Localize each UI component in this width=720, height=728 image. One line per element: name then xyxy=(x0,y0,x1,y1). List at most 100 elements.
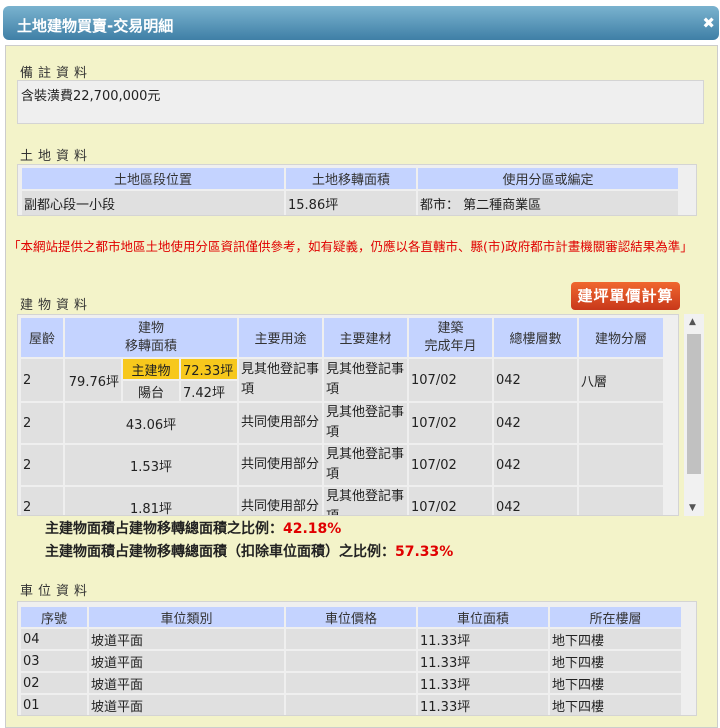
parking-table-box: 序號 車位類別 車位價格 車位面積 所在樓層 04 坡道平面 11.33坪 地下四樓 … xyxy=(17,601,697,716)
parking-cell: 11.33坪 xyxy=(418,629,548,649)
date-cell: 107/02 xyxy=(409,487,492,515)
zoning-disclaimer: 「本網站提供之都市地區土地使用分區資訊僅供參考，如有疑義，仍應以各直轄市、縣(市… xyxy=(8,239,693,254)
parking-cell: 01 xyxy=(21,695,87,715)
building-scrollbar[interactable]: ▲ ▼ xyxy=(684,314,704,516)
material-cell: 見其他登記事項 xyxy=(324,403,407,443)
parking-header: 車位價格 xyxy=(286,607,416,627)
remarks-box: 含裝潢費22,700,000元 xyxy=(17,80,704,124)
table-row: 2 1.81坪 共同使用部分 見其他登記事項 107/02 042 xyxy=(21,487,663,515)
floors-cell: 042 xyxy=(494,403,577,443)
parking-table: 序號 車位類別 車位價格 車位面積 所在樓層 04 坡道平面 11.33坪 地下四樓 … xyxy=(19,605,683,717)
use-cell: 共同使用部分 xyxy=(239,487,322,515)
table-row: 2 43.06坪 共同使用部分 見其他登記事項 107/02 042 xyxy=(21,403,663,443)
floors-cell: 042 xyxy=(494,487,577,515)
land-label: 土地資料 xyxy=(20,149,93,164)
parking-header: 車位面積 xyxy=(418,607,548,627)
parking-cell: 11.33坪 xyxy=(418,651,548,671)
use-cell: 共同使用部分 xyxy=(239,403,322,443)
parking-header: 車位類別 xyxy=(89,607,284,627)
table-row: 03 坡道平面 11.33坪 地下四樓 xyxy=(21,651,681,671)
parking-cell: 坡道平面 xyxy=(89,651,284,671)
building-header: 建築 完成年月 xyxy=(409,318,492,357)
scroll-up-icon[interactable]: ▲ xyxy=(689,317,696,327)
parking-cell: 02 xyxy=(21,673,87,693)
material-cell: 見其他登記事項 xyxy=(324,359,407,401)
parking-cell: 坡道平面 xyxy=(89,629,284,649)
building-header: 主要建材 xyxy=(324,318,407,357)
balcony-area: 7.42坪 xyxy=(181,381,237,401)
floors-cell: 042 xyxy=(494,445,577,485)
building-table: 屋齡 建物 移轉面積 主要用途 主要建材 建築 完成年月 總樓層數 建物分層 2… xyxy=(19,316,665,515)
land-header: 土地移轉面積 xyxy=(286,168,416,189)
date-cell: 107/02 xyxy=(409,403,492,443)
area-cell: 1.81坪 xyxy=(65,487,237,515)
table-row: 01 坡道平面 11.33坪 地下四樓 xyxy=(21,695,681,715)
main-building-label: 主建物 xyxy=(123,359,179,379)
use-cell: 共同使用部分 xyxy=(239,445,322,485)
parking-cell: 坡道平面 xyxy=(89,673,284,693)
parking-cell xyxy=(286,695,416,715)
parking-header: 所在樓層 xyxy=(550,607,681,627)
building-header: 總樓層數 xyxy=(494,318,577,357)
age-cell: 2 xyxy=(21,445,63,485)
parking-cell xyxy=(286,629,416,649)
building-header: 建物分層 xyxy=(579,318,663,357)
land-table: 土地區段位置 土地移轉面積 使用分區或編定 副都心段一小段 15.86坪 都市：… xyxy=(20,166,680,217)
ratio-value: 57.33% xyxy=(395,544,454,560)
parking-cell xyxy=(286,673,416,693)
ratio-label: 主建物面積占建物移轉總面積之比例： xyxy=(45,521,283,537)
scroll-down-icon[interactable]: ▼ xyxy=(689,503,696,513)
remarks-label: 備註資料 xyxy=(20,66,93,81)
balcony-label: 陽台 xyxy=(123,381,179,401)
building-table-box: 屋齡 建物 移轉面積 主要用途 主要建材 建築 完成年月 總樓層數 建物分層 2… xyxy=(17,314,679,516)
land-header: 使用分區或編定 xyxy=(418,168,678,189)
land-table-box: 土地區段位置 土地移轉面積 使用分區或編定 副都心段一小段 15.86坪 都市：… xyxy=(17,164,697,216)
unit-price-calc-button[interactable]: 建坪單價計算 xyxy=(571,282,680,310)
main-building-ratio: 主建物面積占建物移轉總面積之比例：42.18% xyxy=(45,518,341,538)
table-row: 2 1.53坪 共同使用部分 見其他登記事項 107/02 042 xyxy=(21,445,663,485)
age-cell: 2 xyxy=(21,403,63,443)
total-area-cell: 79.76坪 xyxy=(65,359,121,401)
main-building-area: 72.33坪 xyxy=(181,359,237,379)
level-cell xyxy=(579,403,663,443)
land-cell: 副都心段一小段 xyxy=(22,191,284,215)
dialog-title: 土地建物買賣-交易明細 xyxy=(17,17,174,35)
date-cell: 107/02 xyxy=(409,359,492,401)
land-header: 土地區段位置 xyxy=(22,168,284,189)
parking-cell: 03 xyxy=(21,651,87,671)
ratio-value: 42.18% xyxy=(283,521,342,537)
table-row: 02 坡道平面 11.33坪 地下四樓 xyxy=(21,673,681,693)
parking-cell: 地下四樓 xyxy=(550,673,681,693)
parking-label: 車位資料 xyxy=(20,584,93,599)
parking-cell: 11.33坪 xyxy=(418,673,548,693)
close-icon[interactable]: ✖ xyxy=(702,14,715,32)
parking-cell: 坡道平面 xyxy=(89,695,284,715)
level-cell xyxy=(579,487,663,515)
material-cell: 見其他登記事項 xyxy=(324,487,407,515)
level-cell xyxy=(579,445,663,485)
parking-cell: 04 xyxy=(21,629,87,649)
area-cell: 43.06坪 xyxy=(65,403,237,443)
land-cell: 都市： 第二種商業區 xyxy=(418,191,678,215)
date-cell: 107/02 xyxy=(409,445,492,485)
parking-cell: 地下四樓 xyxy=(550,695,681,715)
table-row: 04 坡道平面 11.33坪 地下四樓 xyxy=(21,629,681,649)
material-cell: 見其他登記事項 xyxy=(324,445,407,485)
building-header: 屋齡 xyxy=(21,318,63,357)
parking-cell: 地下四樓 xyxy=(550,651,681,671)
dialog-titlebar: 土地建物買賣-交易明細 ✖ xyxy=(3,6,719,40)
parking-cell: 地下四樓 xyxy=(550,629,681,649)
floors-cell: 042 xyxy=(494,359,577,401)
land-cell: 15.86坪 xyxy=(286,191,416,215)
area-cell: 1.53坪 xyxy=(65,445,237,485)
age-cell: 2 xyxy=(21,487,63,515)
main-building-ratio-excl-parking: 主建物面積占建物移轉總面積（扣除車位面積）之比例：57.33% xyxy=(45,541,453,561)
parking-header: 序號 xyxy=(21,607,87,627)
scrollbar-thumb[interactable] xyxy=(687,334,701,474)
parking-cell: 11.33坪 xyxy=(418,695,548,715)
ratio-label: 主建物面積占建物移轉總面積（扣除車位面積）之比例： xyxy=(45,544,395,560)
building-header: 建物 移轉面積 xyxy=(65,318,237,357)
parking-cell xyxy=(286,651,416,671)
remarks-text: 含裝潢費22,700,000元 xyxy=(21,89,161,104)
building-header: 主要用途 xyxy=(239,318,322,357)
